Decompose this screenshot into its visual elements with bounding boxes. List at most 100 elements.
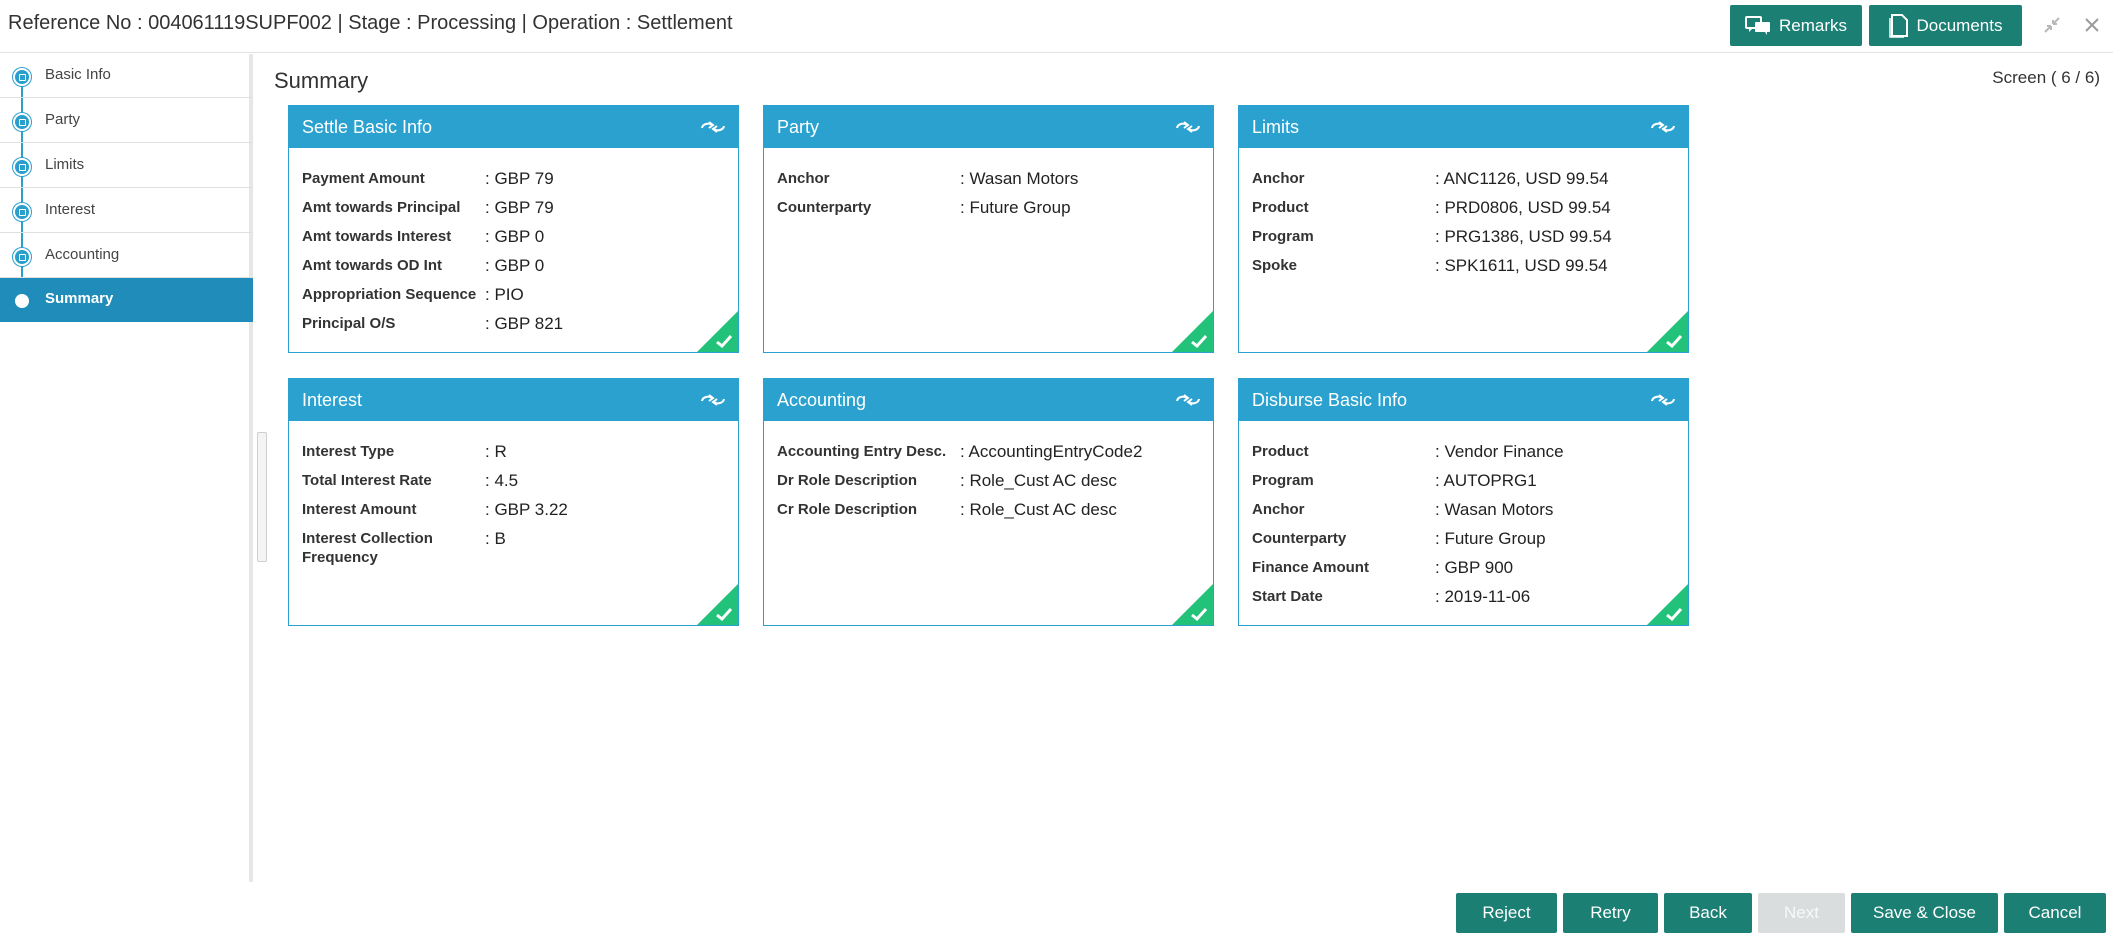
refresh-icon[interactable] xyxy=(1648,390,1678,410)
minimize-icon[interactable] xyxy=(2039,12,2065,38)
field-label: Finance Amount xyxy=(1252,559,1369,576)
card-title: Interest xyxy=(302,389,363,410)
sidebar-item-interest[interactable]: Interest xyxy=(0,189,253,233)
next-button[interactable]: Next xyxy=(1758,893,1845,933)
field-row: Appropriation Sequence: PIO xyxy=(302,280,725,309)
documents-button[interactable]: Documents xyxy=(1869,5,2022,46)
field-value: : PIO xyxy=(485,285,524,304)
refresh-icon[interactable] xyxy=(698,117,728,137)
field-row: Finance Amount : GBP 900 xyxy=(1252,553,1675,582)
save-close-button[interactable]: Save & Close xyxy=(1851,893,1998,933)
field-row: Anchor: Wasan Motors xyxy=(1252,495,1675,524)
card-party: Party Anchor: Wasan Motors Counterparty: F… xyxy=(763,105,1214,353)
card-header: Accounting xyxy=(764,379,1213,421)
field-value: : AUTOPRG1 xyxy=(1435,471,1537,490)
sidebar-item-limits[interactable]: Limits xyxy=(0,144,253,188)
sidebar-item-accounting[interactable]: Accounting xyxy=(0,234,253,278)
field-row: Dr Role Description: Role_Cust AC desc xyxy=(777,466,1200,495)
field-label: Amt towards Principal xyxy=(302,199,461,216)
header-bar: Reference No : 004061119SUPF002 | Stage … xyxy=(0,0,2113,53)
field-label: Interest Collection Frequency xyxy=(302,530,433,566)
step-icon xyxy=(13,203,31,221)
field-row: Anchor : ANC1126, USD 99.54 xyxy=(1252,164,1675,193)
field-row: Accounting Entry Desc.: AccountingEntryC… xyxy=(777,437,1200,466)
retry-button[interactable]: Retry xyxy=(1563,893,1658,933)
field-label: Payment Amount xyxy=(302,170,425,187)
refresh-icon[interactable] xyxy=(1648,117,1678,137)
field-label: Amt towards OD Int xyxy=(302,257,443,274)
step-icon xyxy=(13,68,31,86)
close-icon[interactable] xyxy=(2079,12,2105,38)
refresh-icon[interactable] xyxy=(698,390,728,410)
field-row: Anchor: Wasan Motors xyxy=(777,164,1200,193)
screen-indicator: Screen ( 6 / 6) xyxy=(1992,68,2100,87)
field-label: Dr Role Description xyxy=(777,472,918,489)
field-label: Cr Role Description xyxy=(777,501,918,518)
card-interest: Interest Interest Type: R Total Interest R… xyxy=(288,378,739,626)
remarks-label: Remarks xyxy=(1778,15,1847,35)
field-value: : AccountingEntryCode2 xyxy=(960,442,1143,461)
sidebar-item-label: Summary xyxy=(45,290,114,307)
field-value: : GBP 79 xyxy=(485,169,554,188)
field-value: : Vendor Finance xyxy=(1435,442,1564,461)
field-value: : GBP 900 xyxy=(1435,558,1514,577)
card-disburse-basic-info: Disburse Basic Info Product : Vendor Finan… xyxy=(1238,378,1689,626)
card-title: Settle Basic Info xyxy=(302,116,433,137)
field-label: Principal O/S xyxy=(302,315,396,332)
sidebar-item-basic-info[interactable]: Basic Info xyxy=(0,54,253,98)
remarks-button[interactable]: Remarks xyxy=(1730,5,1862,46)
sidebar-item-label: Limits xyxy=(45,156,85,173)
sidebar-item-label: Interest xyxy=(45,201,96,218)
card-header: Party xyxy=(764,106,1213,148)
page-reference-title: Reference No : 004061119SUPF002 | Stage … xyxy=(8,12,733,34)
sidebar-item-label: Party xyxy=(45,111,81,128)
field-value: : Future Group xyxy=(1435,529,1546,548)
card-settle-basic-info: Settle Basic Info Payment Amount: GBP 79 A… xyxy=(288,105,739,353)
back-button[interactable]: Back xyxy=(1664,893,1752,933)
card-body: Interest Type: R Total Interest Rate : 4.5… xyxy=(289,421,738,567)
card-header: Settle Basic Info xyxy=(289,106,738,148)
field-label: Start Date xyxy=(1252,588,1323,605)
card-body: Accounting Entry Desc.: AccountingEntryC… xyxy=(764,421,1213,524)
sidebar-item-party[interactable]: Party xyxy=(0,99,253,143)
sidebar-item-summary[interactable]: Summary xyxy=(0,278,253,322)
field-label: Product xyxy=(1252,443,1309,460)
field-row: Amt towards OD Int: GBP 0 xyxy=(302,251,725,280)
step-sidebar: Basic Info Party Limits Interest Account… xyxy=(0,54,253,882)
refresh-icon[interactable] xyxy=(1173,117,1203,137)
card-body: Anchor: Wasan Motors Counterparty: Future… xyxy=(764,148,1213,222)
sidebar-item-label: Accounting xyxy=(45,246,120,263)
field-value: : 4.5 xyxy=(485,471,519,490)
document-icon xyxy=(1888,13,1908,38)
documents-label: Documents xyxy=(1916,15,2003,35)
field-label: Anchor xyxy=(1252,170,1305,187)
field-value: : Role_Cust AC desc xyxy=(960,500,1117,519)
card-title: Limits xyxy=(1252,116,1300,137)
field-label: Anchor xyxy=(1252,501,1305,518)
reject-button[interactable]: Reject xyxy=(1456,893,1557,933)
field-row: Program: PRG1386, USD 99.54 xyxy=(1252,222,1675,251)
field-row: Interest Type: R xyxy=(302,437,725,466)
field-row: Program: AUTOPRG1 xyxy=(1252,466,1675,495)
field-value: : ANC1126, USD 99.54 xyxy=(1435,169,1609,188)
field-label: Counterparty xyxy=(777,199,872,216)
field-row: Payment Amount : GBP 79 xyxy=(302,164,725,193)
step-icon xyxy=(13,158,31,176)
field-value: : PRG1386, USD 99.54 xyxy=(1435,227,1612,246)
cancel-button[interactable]: Cancel xyxy=(2004,893,2106,933)
field-row: Interest Collection Frequency: B xyxy=(302,524,725,567)
field-value: : GBP 79 xyxy=(485,198,554,217)
completed-check-icon xyxy=(1647,311,1688,352)
card-accounting: Accounting Accounting Entry Desc.: Accoun… xyxy=(763,378,1214,626)
card-header: Interest xyxy=(289,379,738,421)
card-body: Payment Amount: GBP 79 Amt towards Princi… xyxy=(289,148,738,338)
completed-check-icon xyxy=(1647,584,1688,625)
field-label: Total Interest Rate xyxy=(302,472,432,489)
remarks-icon xyxy=(1744,15,1770,35)
panel-splitter-handle[interactable] xyxy=(257,432,267,562)
refresh-icon[interactable] xyxy=(1173,390,1203,410)
field-row: Amt towards Principal : GBP 79 xyxy=(302,193,725,222)
field-label: Amt towards Interest xyxy=(302,228,452,245)
field-label: Counterparty xyxy=(1252,530,1347,547)
card-title: Disburse Basic Info xyxy=(1252,389,1408,410)
